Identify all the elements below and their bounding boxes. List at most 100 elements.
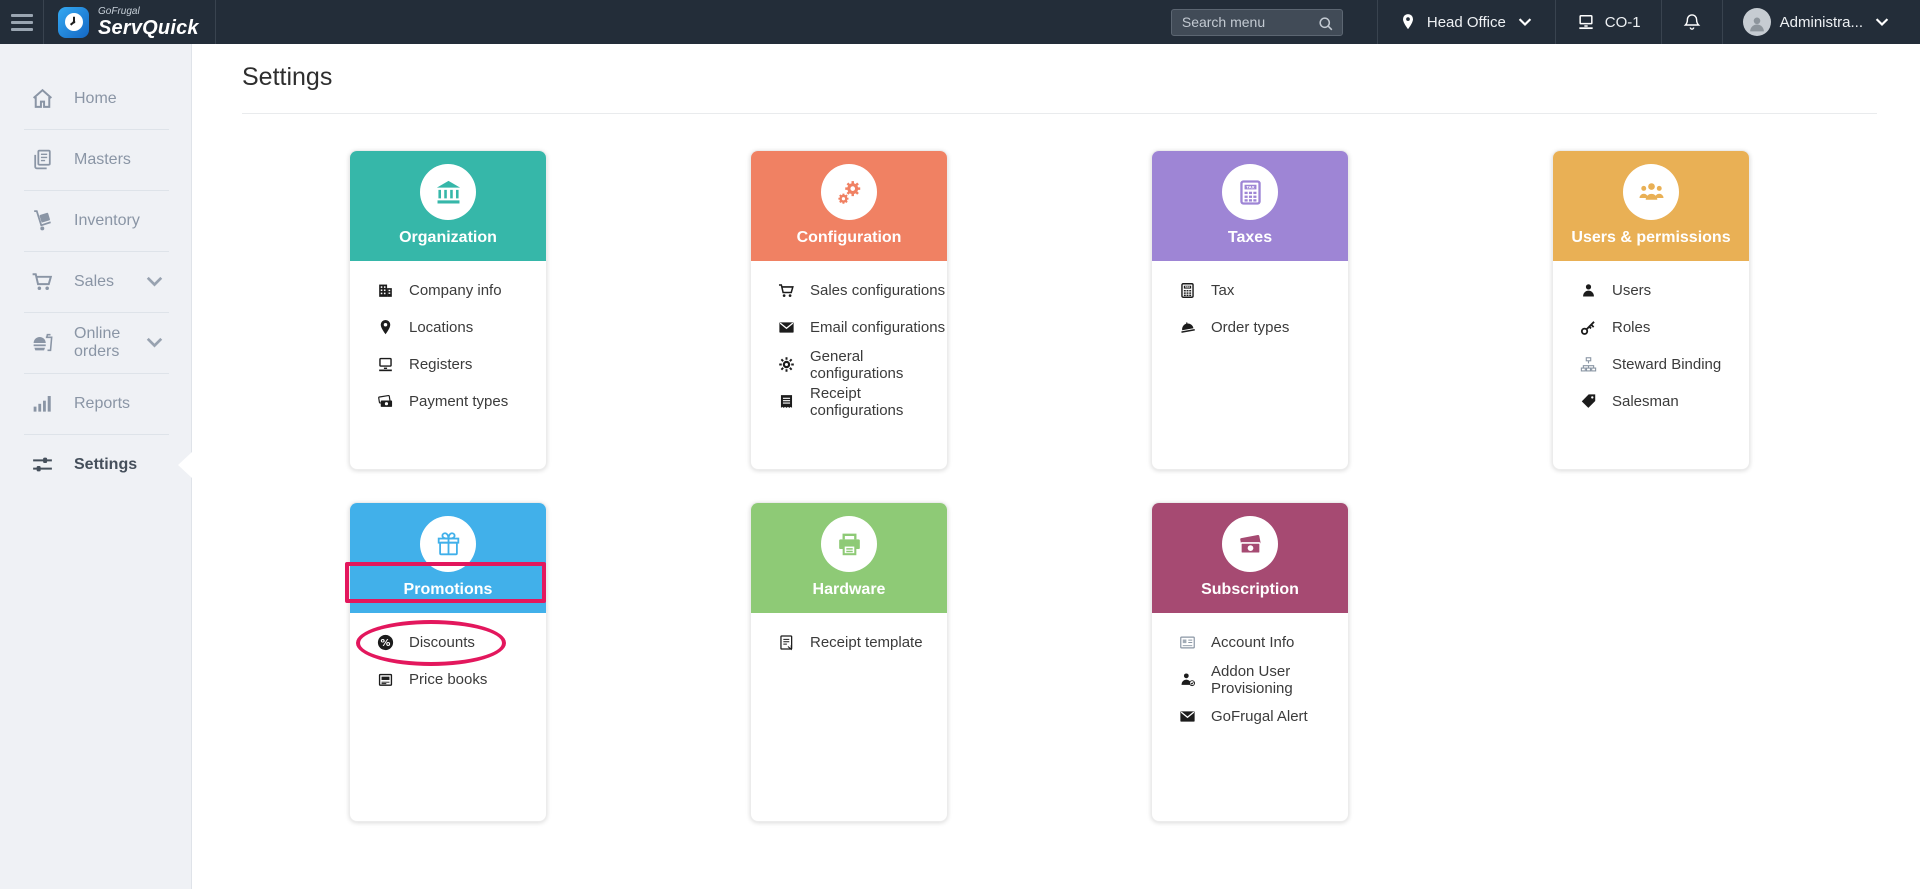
sidebar-item-home[interactable]: Home <box>0 68 191 129</box>
bank-icon <box>420 164 476 220</box>
serving-dome-icon <box>1178 318 1197 337</box>
menu-item-receipt-template[interactable]: Receipt template <box>751 624 947 661</box>
card-header-users-permissions[interactable]: Users & permissions <box>1553 151 1749 261</box>
menu-item-payment-types[interactable]: Payment types <box>350 383 546 420</box>
building-icon <box>376 281 395 300</box>
menu-item-label: Email configurations <box>810 319 946 336</box>
menu-item-registers[interactable]: Registers <box>350 346 546 383</box>
account-info-icon <box>1178 633 1197 652</box>
sidebar: Home Masters Inventory Sales Online orders Re… <box>0 44 192 889</box>
chevron-down-icon <box>142 330 167 355</box>
title-divider <box>242 113 1877 114</box>
notifications-button[interactable] <box>1660 0 1722 44</box>
sidebar-item-inventory[interactable]: Inventory <box>0 190 191 251</box>
card-header-configuration[interactable]: Configuration <box>751 151 947 261</box>
sidebar-item-label: Home <box>74 89 117 107</box>
sidebar-item-masters[interactable]: Masters <box>0 129 191 190</box>
menu-item-addon-user-provisioning[interactable]: Addon User Provisioning <box>1152 661 1348 698</box>
menu-item-users[interactable]: Users <box>1553 272 1749 309</box>
menu-item-sales-configurations[interactable]: Sales configurations <box>751 272 947 309</box>
card-header-organization[interactable]: Organization <box>350 151 546 261</box>
menu-item-label: Registers <box>409 356 473 373</box>
card-items: Users Roles Steward Binding Salesman <box>1553 261 1749 420</box>
pin-icon <box>376 318 395 337</box>
menu-item-roles[interactable]: Roles <box>1553 309 1749 346</box>
menu-item-label: Salesman <box>1612 393 1679 410</box>
menu-item-label: Roles <box>1612 319 1651 336</box>
sidebar-item-label: Masters <box>74 150 131 168</box>
menu-item-steward-binding[interactable]: Steward Binding <box>1553 346 1749 383</box>
menu-item-gofrugal-alert[interactable]: GoFrugal Alert <box>1152 698 1348 735</box>
online-orders-icon <box>30 330 55 355</box>
inventory-icon <box>30 208 55 233</box>
menu-item-locations[interactable]: Locations <box>350 309 546 346</box>
menu-item-label: Receipt template <box>810 634 923 651</box>
card-header-promotions[interactable]: Promotions <box>350 503 546 613</box>
card-items: Account Info Addon User Provisioning GoFru… <box>1152 613 1348 735</box>
menu-item-discounts[interactable]: % Discounts <box>350 619 546 666</box>
menu-item-label: Users <box>1612 282 1652 299</box>
register-indicator[interactable]: CO-1 <box>1554 0 1661 44</box>
settings-card-promotions: Promotions % Discounts Price books <box>345 502 547 822</box>
register-icon <box>376 355 395 374</box>
card-header-subscription[interactable]: Subscription <box>1152 503 1348 613</box>
menu-item-label: Receipt configurations <box>810 384 904 419</box>
settings-cards-grid: Organization Company info Locations Registe… <box>345 150 1751 822</box>
envelope-icon <box>777 318 796 337</box>
user-check-icon <box>1178 670 1197 689</box>
card-items: TAX Tax Order types <box>1152 261 1348 346</box>
card-title: Configuration <box>796 229 902 246</box>
menu-item-receipt-configurations[interactable]: Receipt configurations <box>751 383 947 420</box>
hierarchy-icon <box>1579 355 1598 374</box>
menu-item-general-configurations[interactable]: General configurations <box>751 346 947 383</box>
sidebar-item-sales[interactable]: Sales <box>0 251 191 312</box>
sidebar-item-label: Sales <box>74 272 115 290</box>
menu-item-label: Tax <box>1211 282 1235 299</box>
search-icon[interactable] <box>1316 14 1336 34</box>
chevron-down-icon <box>1515 12 1535 32</box>
menu-item-order-types[interactable]: Order types <box>1152 309 1348 346</box>
menu-item-company-info[interactable]: Company info <box>350 272 546 309</box>
menu-item-account-info[interactable]: Account Info <box>1152 624 1348 661</box>
menu-item-salesman[interactable]: Salesman <box>1553 383 1749 420</box>
servquick-clock-icon <box>58 6 89 38</box>
main-content: Settings Organization Company info Locatio… <box>192 44 1920 889</box>
settings-card-subscription: Subscription Account Info Addon User Provi… <box>1151 502 1349 822</box>
search-menu <box>1170 8 1343 36</box>
menu-item-label: Steward Binding <box>1612 356 1722 373</box>
chevron-down-icon <box>142 269 167 294</box>
location-label: Head Office <box>1426 13 1506 31</box>
menu-item-label: GoFrugal Alert <box>1211 708 1308 725</box>
location-selector[interactable]: Head Office <box>1376 0 1555 44</box>
user-menu[interactable]: Administra... <box>1721 0 1920 44</box>
bell-icon <box>1682 12 1702 32</box>
svg-text:TAX: TAX <box>1246 184 1254 189</box>
hamburger-menu-icon[interactable] <box>0 0 44 44</box>
brand-logo[interactable]: GoFrugal ServQuick <box>44 0 216 44</box>
tax-calculator-icon: TAX <box>1222 164 1278 220</box>
receipt-template-icon <box>777 633 796 652</box>
menu-item-tax[interactable]: TAX Tax <box>1152 272 1348 309</box>
card-title: Subscription <box>1201 581 1299 598</box>
card-title: Taxes <box>1227 229 1273 246</box>
settings-card-organization: Organization Company info Locations Registe… <box>349 150 547 470</box>
settings-card-taxes: TAX Taxes TAX Tax Order types <box>1151 150 1349 470</box>
settings-card-users-permissions: Users & permissions Users Roles Steward Bin… <box>1552 150 1750 470</box>
card-header-hardware[interactable]: Hardware <box>751 503 947 613</box>
register-label: CO-1 <box>1604 13 1641 31</box>
sidebar-item-reports[interactable]: Reports <box>0 373 191 434</box>
brand-name-bottom: ServQuick <box>98 16 199 39</box>
menu-item-email-configurations[interactable]: Email configurations <box>751 309 947 346</box>
register-terminal-icon <box>1576 12 1596 32</box>
menu-item-label: Sales configurations <box>810 282 946 299</box>
sales-cart-icon <box>30 269 55 294</box>
sidebar-item-online-orders[interactable]: Online orders <box>0 312 191 373</box>
gears-icon <box>821 164 877 220</box>
brand-text: GoFrugal ServQuick <box>98 6 199 39</box>
menu-item-label: Discounts <box>409 634 475 651</box>
sidebar-item-settings[interactable]: Settings <box>0 434 191 495</box>
card-header-taxes[interactable]: TAX Taxes <box>1152 151 1348 261</box>
menu-item-price-books[interactable]: Price books <box>350 661 546 698</box>
reports-icon <box>30 391 55 416</box>
settings-card-configuration: Configuration Sales configurations Email c… <box>750 150 948 470</box>
